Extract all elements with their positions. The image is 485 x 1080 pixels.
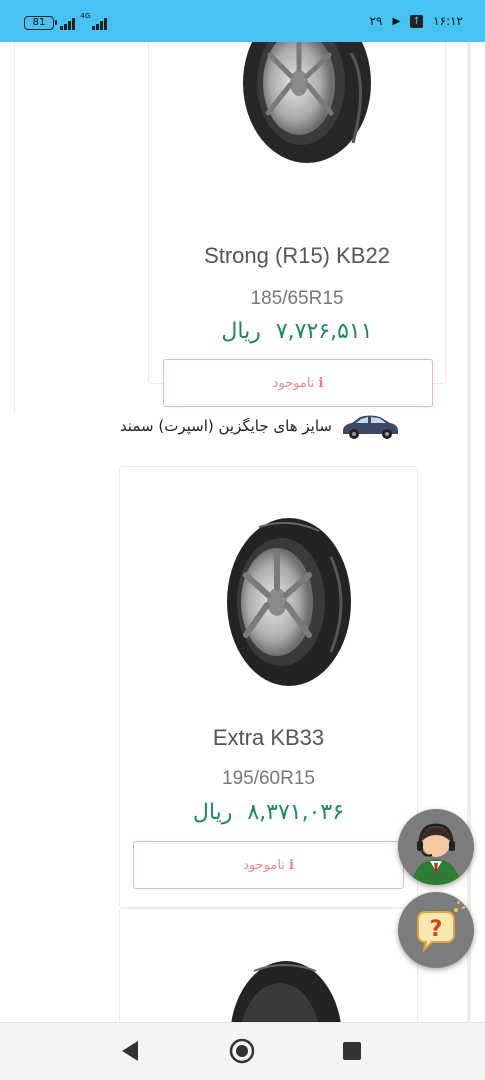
upload-icon: ↑	[410, 14, 424, 28]
signal-icon-2	[92, 17, 107, 30]
play-icon: ▶	[392, 15, 401, 27]
out-of-stock-button[interactable]: i ناموجود	[163, 359, 433, 407]
price-currency: ریال	[221, 319, 261, 344]
help-button[interactable]: ?	[398, 892, 474, 968]
product-name[interactable]: Extra KB33	[120, 725, 417, 751]
nav-bar	[0, 1022, 485, 1080]
home-icon[interactable]	[228, 1037, 256, 1065]
support-agent-icon	[412, 823, 460, 885]
product-name[interactable]: Strong (R15) KB22	[149, 243, 445, 269]
car-icon	[343, 415, 398, 439]
tire-image	[243, 42, 371, 163]
tire-image	[227, 518, 351, 686]
status-left: 81 4G	[24, 12, 107, 30]
support-agent-button[interactable]	[398, 809, 474, 885]
info-icon: i	[318, 375, 324, 391]
stock-label: ناموجود	[272, 375, 315, 391]
price-currency: ریال	[192, 800, 233, 825]
help-question-icon: ?	[417, 900, 466, 954]
stock-label: ناموجود	[243, 857, 285, 873]
section-heading: سایز های جایگزین (اسپرت) سمند	[60, 406, 400, 446]
screen: 81 4G ۲۹ ▶ ↑ ۱۶:۱۲ Strong (R15) KB22 185…	[0, 0, 485, 1080]
out-of-stock-button[interactable]: i ناموجود	[133, 841, 404, 889]
network-type: 4G	[80, 12, 91, 20]
price-value: ۷,۷۲۶,۵۱۱	[275, 319, 373, 344]
divider	[14, 42, 15, 414]
scrollbar[interactable]	[467, 42, 471, 1022]
back-icon[interactable]	[118, 1037, 142, 1065]
product-size: 195/60R15	[222, 768, 315, 789]
recents-icon[interactable]	[340, 1037, 364, 1065]
product-card[interactable]: Extra KB33 195/60R15 ۸,۳۷۱,۰۳۶ ریال i نا…	[119, 466, 418, 908]
status-date: ۲۹	[369, 14, 383, 28]
product-card[interactable]: Strong (R15) KB22 185/65R15 ۷,۷۲۶,۵۱۱ ری…	[148, 42, 446, 407]
info-icon: i	[288, 857, 294, 873]
product-size: 185/65R15	[250, 288, 344, 309]
product-card[interactable]	[119, 908, 418, 1022]
product-price: ۷,۷۲۶,۵۱۱ ریال	[149, 319, 445, 344]
product-price: ۸,۳۷۱,۰۳۶ ریال	[120, 800, 417, 825]
battery-level: 81	[32, 17, 46, 28]
svg-text:?: ?	[430, 917, 443, 942]
tire-image	[231, 961, 341, 1022]
price-value: ۸,۳۷۱,۰۳۶	[247, 800, 345, 825]
signal-icon	[60, 17, 75, 30]
status-bar: 81 4G ۲۹ ▶ ↑ ۱۶:۱۲	[0, 0, 485, 42]
status-time: ۱۶:۱۲	[433, 14, 463, 28]
status-right: ۲۹ ▶ ↑ ۱۶:۱۲	[370, 14, 463, 28]
battery-icon: 81	[24, 16, 57, 30]
section-title: سایز های جایگزین (اسپرت) سمند	[119, 417, 332, 435]
